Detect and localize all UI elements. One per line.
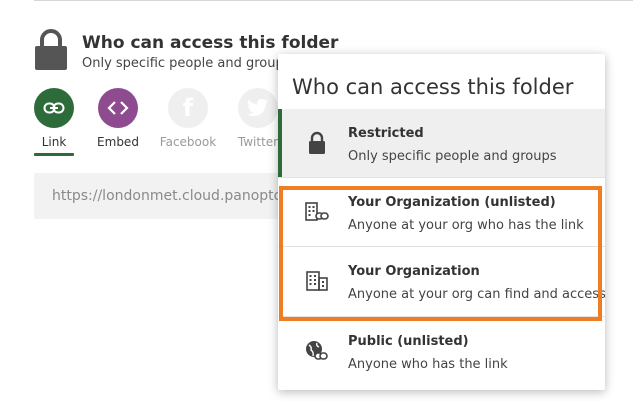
option-desc: Only specific people and groups xyxy=(348,149,557,164)
globe-link-icon xyxy=(306,341,328,360)
org-icon xyxy=(306,271,328,291)
share-facebook-label: Facebook xyxy=(159,135,217,149)
top-divider xyxy=(34,0,633,1)
access-subtitle: Only specific people and groups xyxy=(82,56,291,71)
access-heading: Who can access this folder xyxy=(82,33,339,53)
option-title: Your Organization (unlisted) xyxy=(348,195,556,210)
share-link-label: Link xyxy=(41,135,67,149)
share-link-button[interactable]: Link xyxy=(22,88,86,156)
share-url-text: https://londonmet.cloud.panopto.eu xyxy=(52,188,304,204)
org-link-icon xyxy=(305,202,329,221)
option-public-unlisted[interactable]: Public (unlisted) Anyone who has the lin… xyxy=(278,317,605,385)
share-facebook-button[interactable]: f Facebook xyxy=(156,88,220,149)
dropdown-title: Who can access this folder xyxy=(292,75,574,99)
share-embed-label: Embed xyxy=(97,135,139,149)
lock-icon xyxy=(35,29,67,70)
option-desc: Anyone who has the link xyxy=(348,357,508,372)
facebook-icon: f xyxy=(168,88,208,128)
option-desc: Anyone at your org can find and access xyxy=(348,287,605,302)
lock-icon xyxy=(309,131,325,154)
twitter-icon xyxy=(238,88,278,128)
access-dropdown: Who can access this folder Restricted On… xyxy=(278,54,605,390)
active-tab-indicator xyxy=(34,153,74,156)
share-embed-button[interactable]: Embed xyxy=(86,88,150,149)
option-org[interactable]: Your Organization Anyone at your org can… xyxy=(278,247,605,315)
link-icon xyxy=(34,88,74,128)
option-title: Restricted xyxy=(348,126,424,141)
option-org-unlisted[interactable]: Your Organization (unlisted) Anyone at y… xyxy=(278,178,605,246)
option-title: Public (unlisted) xyxy=(348,334,469,349)
share-url-field[interactable]: https://londonmet.cloud.panopto.eu xyxy=(34,173,304,219)
option-title: Your Organization xyxy=(348,264,480,279)
option-restricted[interactable]: Restricted Only specific people and grou… xyxy=(278,109,605,177)
option-desc: Anyone at your org who has the link xyxy=(348,218,584,233)
code-icon xyxy=(98,88,138,128)
